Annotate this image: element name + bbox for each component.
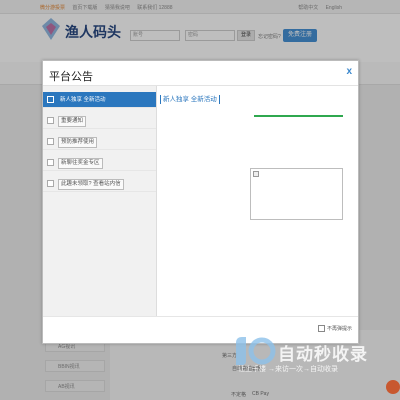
sidebar-item-label: 新聊往奖金专区	[58, 158, 103, 169]
no-remind-checkbox[interactable]	[317, 325, 325, 333]
sidebar-item-inbox[interactable]: 此趣未领取? 查看站内信	[43, 176, 156, 192]
announcement-content: 新人独享 全新活动	[156, 86, 357, 316]
close-icon[interactable]: x	[346, 66, 352, 77]
watermark-subtitle: 让上千楼 →来访一次→自动收录	[238, 366, 338, 373]
watermark-title: 自动秒收录	[278, 345, 368, 364]
announcement-sidebar: 新人独享 全新活动 重要通知 预防推荐使用 新聊往奖金专区 此趣未领取? 查看站…	[43, 86, 157, 316]
doc-icon	[47, 138, 54, 145]
doc-icon	[47, 96, 54, 103]
no-remind-option[interactable]: 不再弹提示	[317, 325, 352, 333]
no-remind-label: 不再弹提示	[326, 326, 352, 332]
sidebar-item-label: 此趣未领取? 查看站内信	[58, 179, 124, 190]
sidebar-item-label: 重要通知	[58, 116, 87, 127]
broken-image-icon	[253, 171, 259, 177]
modal-title: 平台公告	[49, 71, 93, 83]
floating-service-button[interactable]	[386, 380, 400, 394]
sidebar-item-new-user[interactable]: 新人独享 全新活动	[43, 92, 156, 108]
sidebar-item-recommend[interactable]: 预防推荐使用	[43, 134, 156, 150]
sidebar-item-label: 新人独享 全新活动	[60, 97, 106, 103]
doc-icon	[47, 117, 54, 124]
watermark: 自动秒收录 让上千楼 →来访一次→自动收录	[232, 335, 400, 385]
green-banner-strip	[254, 115, 343, 117]
announcement-image	[250, 168, 343, 220]
sidebar-item-bonus[interactable]: 新聊往奖金专区	[43, 155, 156, 171]
announcement-modal: 平台公告 x 新人独享 全新活动 重要通知 预防推荐使用 新聊往奖金专区 此趣未…	[42, 60, 359, 344]
sidebar-item-label: 预防推荐使用	[58, 137, 98, 148]
sidebar-item-notice[interactable]: 重要通知	[43, 113, 156, 129]
content-title: 新人独享 全新活动	[160, 95, 220, 104]
watermark-logo-icon	[236, 337, 276, 365]
doc-icon	[47, 180, 54, 187]
doc-icon	[47, 159, 54, 166]
